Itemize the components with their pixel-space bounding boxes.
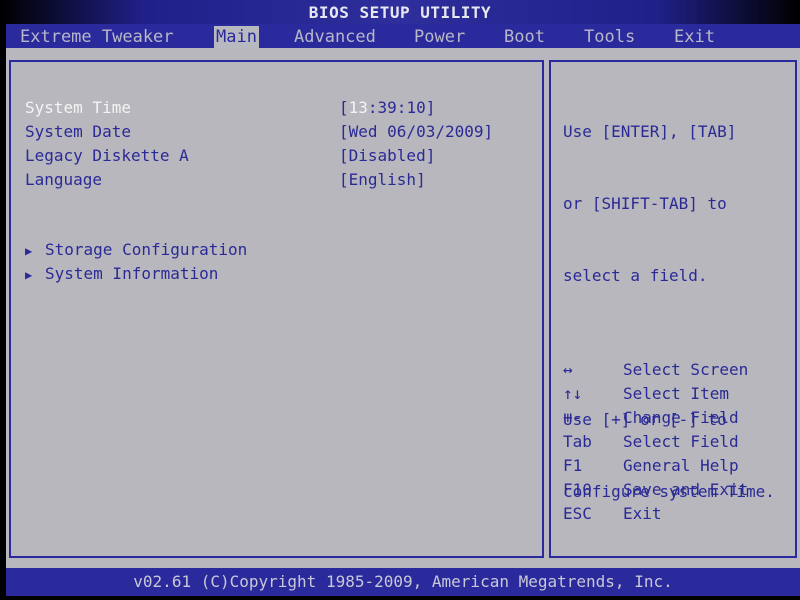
time-rest: :39:10]: [367, 98, 436, 117]
setting-system-date-label[interactable]: System Date: [25, 122, 131, 141]
tab-main[interactable]: Main: [214, 26, 259, 48]
setting-legacy-diskette-value[interactable]: [Disabled]: [339, 146, 435, 165]
setting-system-time-value[interactable]: [13:39:10]: [339, 98, 435, 117]
setting-legacy-diskette-label[interactable]: Legacy Diskette A: [25, 146, 189, 165]
footer-bar: v02.61 (C)Copyright 1985-2009, American …: [6, 568, 800, 596]
help-panel: Use [ENTER], [TAB] or [SHIFT-TAB] to sel…: [549, 60, 797, 558]
submenu-system-information[interactable]: ▶ System Information: [25, 264, 218, 283]
right-triangle-icon: ▶: [25, 244, 33, 258]
tab-boot[interactable]: Boot: [502, 26, 547, 48]
settings-panel: System Time [13:39:10] System Date [Wed …: [9, 60, 544, 558]
key-label: Tab: [563, 432, 592, 451]
time-hour-field[interactable]: 13: [349, 98, 368, 117]
help-line: or [SHIFT-TAB] to: [563, 194, 727, 213]
key-action: Save and Exit: [623, 480, 749, 499]
tab-tools[interactable]: Tools: [582, 26, 637, 48]
key-label: F1: [563, 456, 583, 475]
key-label: ESC: [563, 504, 592, 523]
setting-system-date-value[interactable]: [Wed 06/03/2009]: [339, 122, 493, 141]
key-legend-row: +- Change Field: [563, 406, 748, 430]
window-title: BIOS SETUP UTILITY: [308, 3, 492, 22]
key-legend-row: ↔ Select Screen: [563, 358, 748, 382]
setting-language-value[interactable]: [English]: [339, 170, 426, 189]
help-line: select a field.: [563, 266, 708, 285]
right-triangle-icon: ▶: [25, 268, 33, 282]
tab-extreme-tweaker[interactable]: Extreme Tweaker: [18, 26, 176, 48]
tab-advanced[interactable]: Advanced: [292, 26, 378, 48]
key-legend-row: ↑↓ Select Item: [563, 382, 748, 406]
copyright-text: v02.61 (C)Copyright 1985-2009, American …: [133, 572, 673, 591]
key-action: Select Item: [623, 384, 729, 403]
key-legend-row: F1 General Help: [563, 454, 748, 478]
key-legend-row: F10 Save and Exit: [563, 478, 748, 502]
help-line: [563, 336, 775, 360]
tab-exit[interactable]: Exit: [672, 26, 717, 48]
key-label: F10: [563, 480, 592, 499]
left-right-arrow-icon: ↔: [563, 360, 573, 379]
submenu-storage-configuration[interactable]: ▶ Storage Configuration: [25, 240, 247, 259]
setting-system-time-label[interactable]: System Time: [25, 98, 131, 117]
key-legend-row: Tab Select Field: [563, 430, 748, 454]
main-frame: System Time [13:39:10] System Date [Wed …: [6, 48, 800, 568]
up-down-arrow-icon: ↑↓: [563, 384, 583, 403]
key-action: Change Field: [623, 408, 739, 427]
time-bracket: [: [339, 98, 349, 117]
setting-language-label[interactable]: Language: [25, 170, 102, 189]
submenu-label: Storage Configuration: [45, 240, 248, 259]
title-bar: BIOS SETUP UTILITY: [0, 0, 800, 24]
key-action: Select Field: [623, 432, 739, 451]
key-action: Exit: [623, 504, 662, 523]
tab-power[interactable]: Power: [412, 26, 467, 48]
key-legend: ↔ Select Screen ↑↓ Select Item +- Change Fi…: [563, 358, 748, 526]
plus-minus-icon: +-: [563, 408, 583, 427]
key-legend-row: ESC Exit: [563, 502, 748, 526]
key-action: Select Screen: [623, 360, 749, 379]
key-action: General Help: [623, 456, 739, 475]
menu-bar: Extreme Tweaker Main Advanced Power Boot…: [6, 24, 800, 48]
help-line: Use [ENTER], [TAB]: [563, 122, 737, 141]
submenu-label: System Information: [45, 264, 219, 283]
